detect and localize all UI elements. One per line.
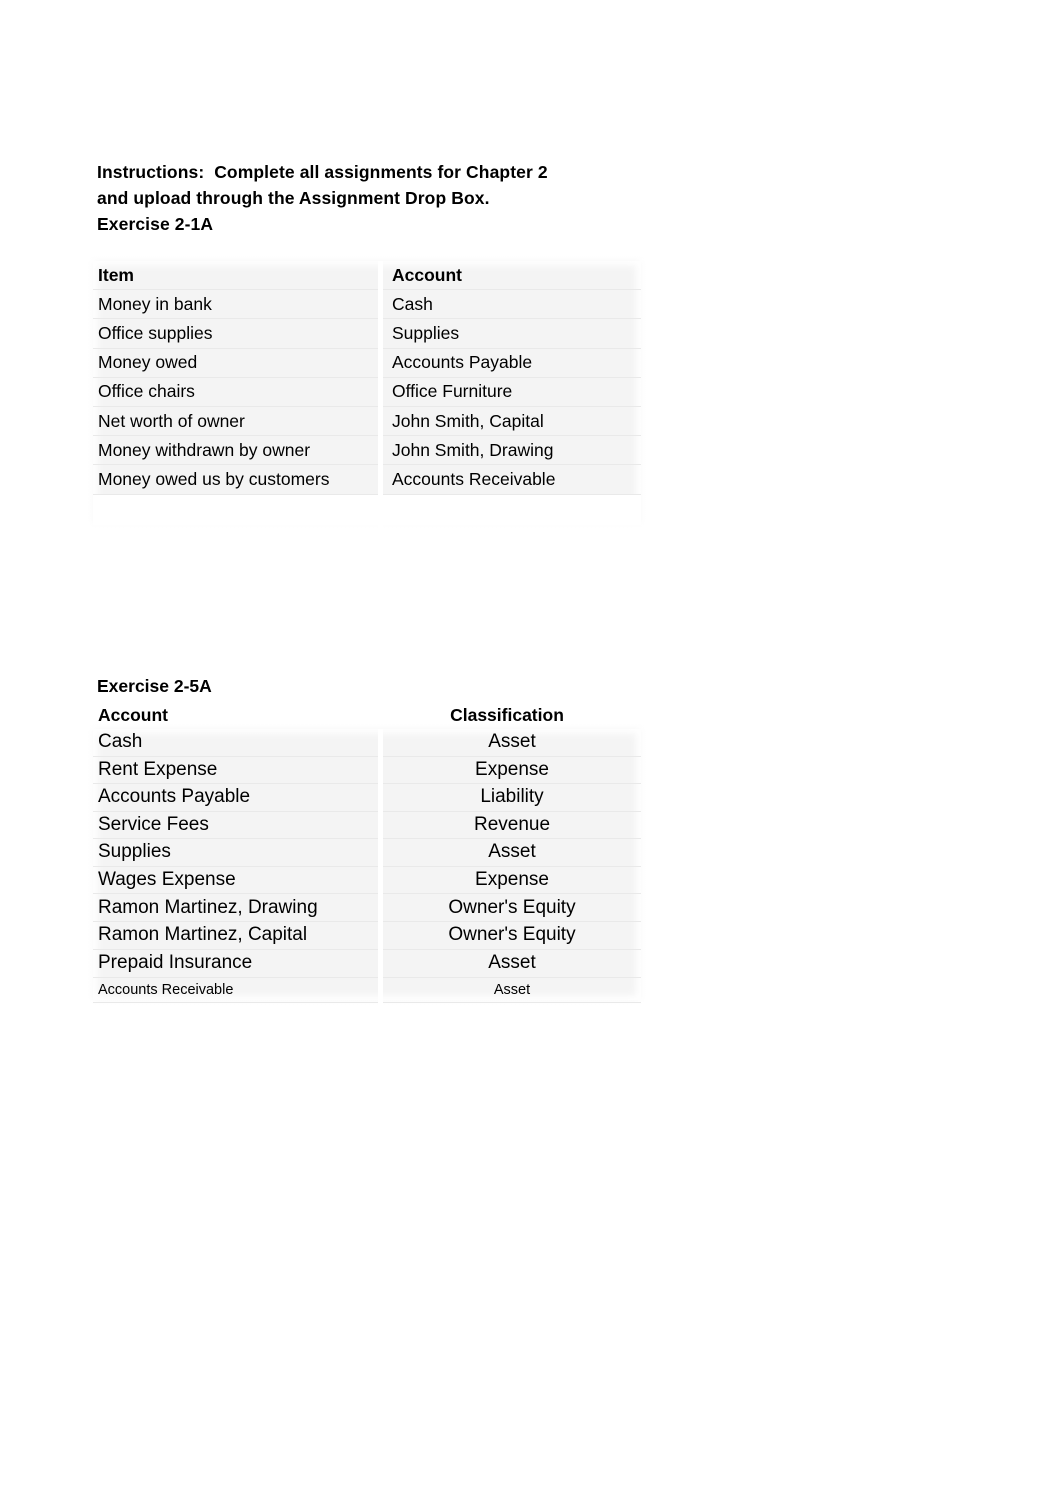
table-row: Net worth of owner John Smith, Capital: [93, 406, 641, 437]
cell-item: Money owed: [93, 348, 381, 378]
table-row: Money withdrawn by owner John Smith, Dra…: [93, 435, 641, 466]
cell-account: Supplies: [93, 838, 381, 867]
table-row-spacer: [93, 1002, 641, 1019]
instructions-line-2: and upload through the Assignment Drop B…: [97, 187, 490, 208]
instructions-block: Instructions: Complete all assignments f…: [97, 160, 697, 237]
cell-classification: Asset: [378, 838, 641, 867]
table-row: Prepaid Insurance Asset: [93, 949, 641, 978]
cell-item: Money in bank: [93, 289, 381, 320]
cell-account: Accounts Payable: [378, 348, 641, 378]
table-body: Money in bank Cash Office supplies Suppl…: [93, 289, 641, 543]
exercise-2-5a-title: Exercise 2-5A: [97, 676, 212, 696]
cell-account: Supplies: [378, 318, 641, 349]
cell-account: Office Furniture: [378, 377, 641, 407]
exercise-2-1a-table: Item Account Money in bank Cash Office s…: [87, 255, 647, 543]
cell-spacer: [378, 524, 641, 543]
cell-account: Accounts Receivable: [93, 977, 381, 1003]
item-account-grid: Item Account Money in bank Cash Office s…: [93, 261, 641, 543]
table-body: Cash Asset Rent Expense Expense Accounts…: [93, 729, 641, 1019]
table-row-empty: [93, 494, 641, 525]
column-header-item: Item: [93, 261, 381, 291]
table-row: Money owed us by customers Accounts Rece…: [93, 464, 641, 495]
table-row: Service Fees Revenue: [93, 811, 641, 839]
cell-spacer: [93, 1002, 381, 1019]
table-row: Ramon Martinez, Capital Owner's Equity: [93, 921, 641, 950]
cell-account: Ramon Martinez, Capital: [93, 921, 381, 950]
table-row: Rent Expense Expense: [93, 756, 641, 784]
cell-item: Office supplies: [93, 318, 381, 349]
cell-classification: Owner's Equity: [378, 921, 641, 950]
table-row: Accounts Receivable Asset: [93, 977, 641, 1003]
cell-account: Prepaid Insurance: [93, 949, 381, 978]
table-row: Money in bank Cash: [93, 289, 641, 320]
cell-item: Net worth of owner: [93, 406, 381, 437]
cell-spacer: [378, 1002, 641, 1019]
table-row: Money owed Accounts Payable: [93, 348, 641, 378]
column-header-account: Account: [98, 705, 168, 725]
cell-account: Cash: [378, 289, 641, 320]
exercise-2-5a-table: Cash Asset Rent Expense Expense Accounts…: [87, 723, 647, 1019]
cell-account: Service Fees: [93, 811, 381, 839]
cell-spacer: [93, 525, 381, 543]
cell-classification: Liability: [378, 783, 641, 812]
table-row: Office chairs Office Furniture: [93, 377, 641, 407]
table-row: Ramon Martinez, Drawing Owner's Equity: [93, 893, 641, 923]
table-row: Office supplies Supplies: [93, 318, 641, 349]
exercise-2-1a-title: Exercise 2-1A: [97, 213, 214, 234]
table-row-spacer: [93, 524, 641, 543]
exercise-2-5a-column-headers: Account Classification: [93, 705, 641, 729]
column-header-account: Account: [378, 261, 641, 291]
table-row: Cash Asset: [93, 729, 641, 757]
cell-classification: Expense: [378, 866, 641, 895]
cell-account-empty: [378, 494, 641, 525]
cell-item: Money withdrawn by owner: [93, 435, 381, 466]
cell-account: Rent Expense: [93, 756, 381, 784]
cell-item: Money owed us by customers: [93, 464, 381, 495]
cell-classification: Revenue: [378, 811, 641, 839]
table-row: Wages Expense Expense: [93, 866, 641, 895]
cell-account: John Smith, Capital: [378, 406, 641, 437]
cell-account: John Smith, Drawing: [378, 435, 641, 466]
cell-classification: Asset: [378, 977, 641, 1003]
instructions-line-1: Instructions: Complete all assignments f…: [97, 162, 548, 182]
cell-classification: Asset: [378, 729, 641, 757]
cell-account: Ramon Martinez, Drawing: [93, 893, 381, 923]
cell-account: Accounts Receivable: [378, 464, 641, 495]
cell-item-empty: [93, 494, 381, 525]
table-row: Accounts Payable Liability: [93, 783, 641, 812]
table-header-row: Item Account: [93, 261, 641, 291]
account-classification-grid: Cash Asset Rent Expense Expense Accounts…: [93, 729, 641, 1019]
cell-account: Cash: [93, 729, 381, 757]
cell-classification: Asset: [378, 949, 641, 978]
cell-item: Office chairs: [93, 377, 381, 407]
cell-classification: Expense: [378, 756, 641, 784]
column-header-classification: Classification: [450, 705, 564, 725]
cell-account: Wages Expense: [93, 866, 381, 895]
table-head: Item Account: [93, 261, 641, 291]
cell-classification: Owner's Equity: [378, 893, 641, 923]
table-row: Supplies Asset: [93, 838, 641, 867]
cell-account: Accounts Payable: [93, 783, 381, 812]
document-page: Instructions: Complete all assignments f…: [0, 0, 1062, 1506]
